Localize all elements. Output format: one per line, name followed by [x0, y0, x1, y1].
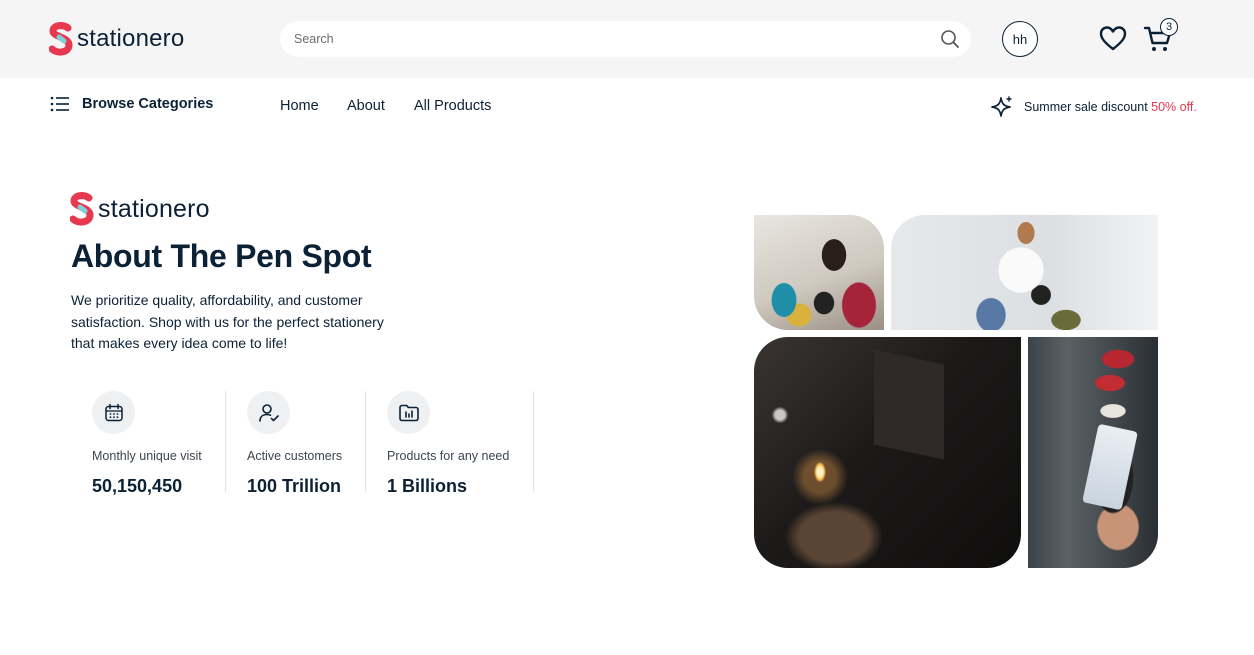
stat-divider	[533, 391, 534, 492]
stat-monthly-visits: Monthly unique visit 50,150,450	[92, 391, 202, 496]
user-initials: hh	[1012, 31, 1028, 47]
photo-detail	[874, 349, 944, 460]
hero-brand-name: stationero	[98, 194, 210, 223]
brand-name: stationero	[77, 25, 185, 52]
photo-phone-sale-sign	[1028, 337, 1158, 568]
nav-link-home[interactable]: Home	[280, 98, 319, 114]
sparkle-icon	[991, 96, 1012, 117]
stat-divider	[225, 391, 226, 492]
promo-banner: Summer sale discount 50% off.	[990, 95, 1197, 119]
stat-divider	[365, 391, 366, 492]
stat-products: Products for any need 1 Billions	[387, 391, 510, 496]
heart-icon[interactable]	[1099, 25, 1127, 51]
user-check-icon	[247, 391, 290, 434]
browse-categories-button[interactable]: Browse Categories	[50, 96, 213, 112]
cart-count-badge: 3	[1160, 18, 1178, 36]
page-title: About The Pen Spot	[71, 238, 372, 274]
list-icon	[50, 96, 69, 112]
logo-mark-icon	[70, 192, 94, 226]
promo-text: Summer sale discount	[1024, 100, 1148, 114]
search-bar[interactable]	[280, 21, 971, 57]
folder-chart-icon	[387, 391, 430, 434]
page-description: We prioritize quality, affordability, an…	[71, 292, 384, 351]
calendar-icon	[92, 391, 135, 434]
stat-label: Monthly unique visit	[92, 449, 202, 463]
brand-logo[interactable]: stationero	[49, 22, 184, 56]
stat-label: Products for any need	[387, 449, 510, 463]
photo-woman-camera	[891, 215, 1158, 330]
stat-value: 1 Billions	[387, 476, 468, 496]
photo-detail	[1082, 423, 1138, 511]
stat-active-customers: Active customers 100 Trillion	[247, 391, 343, 496]
promo-highlight: 50% off.	[1151, 100, 1197, 114]
browse-categories-label: Browse Categories	[82, 96, 214, 112]
nav-link-about[interactable]: About	[347, 98, 385, 114]
stat-value: 100 Trillion	[247, 476, 342, 496]
search-input[interactable]	[294, 32, 939, 46]
stat-label: Active customers	[247, 449, 343, 463]
stat-value: 50,150,450	[92, 476, 183, 496]
nav-link-all-products[interactable]: All Products	[414, 98, 491, 114]
logo-mark-icon	[49, 22, 73, 56]
photo-camera-shop	[754, 215, 884, 330]
hero-brand-logo: stationero	[70, 192, 210, 226]
search-icon[interactable]	[939, 28, 961, 50]
photo-lighter-dark	[754, 337, 1021, 568]
user-avatar[interactable]: hh	[1002, 21, 1038, 57]
